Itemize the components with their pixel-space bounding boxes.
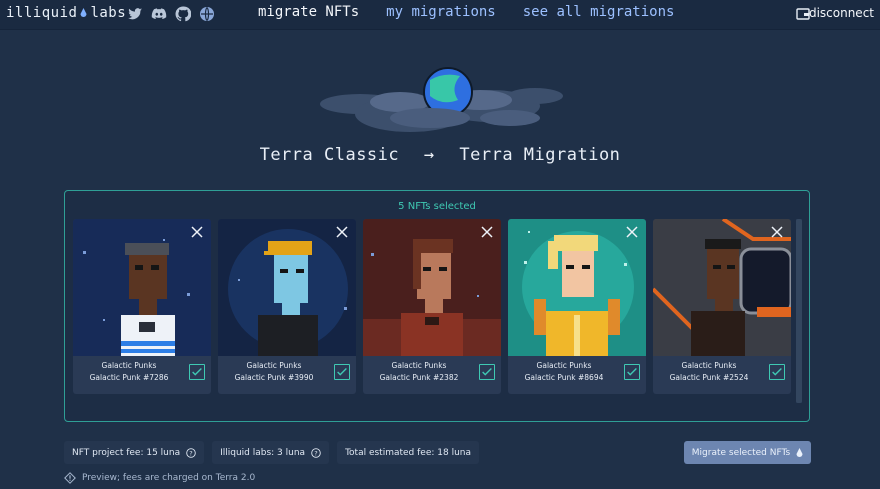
illiquid-fee-text: Illiquid labs: 3 luna [220,447,306,458]
nft-card[interactable]: Galactic Punks Galactic Punk #2524 [653,219,791,394]
social-links [127,6,215,22]
nft-collection: Galactic Punks [681,361,737,370]
main-nav: migrate NFTs my migrations see all migra… [258,4,674,20]
illiquid-fee-badge: Illiquid labs: 3 luna ? [212,441,330,464]
svg-text:?: ? [314,449,317,457]
scrollbar-thumb[interactable] [796,219,802,403]
nft-card[interactable]: Galactic Punks Galactic Punk #8694 [508,219,646,394]
disconnect-button[interactable]: disconnect [809,6,874,20]
github-icon[interactable] [175,6,192,22]
droplet-icon [796,447,803,457]
migrate-selected-button[interactable]: Migrate selected NFTs [684,441,811,464]
twitter-icon[interactable] [127,6,143,22]
checkbox-checked-icon[interactable] [769,364,785,380]
nft-card[interactable]: Galactic Punks Galactic Punk #7286 [73,219,211,394]
checkbox-checked-icon[interactable] [479,364,495,380]
project-fee-text: NFT project fee: 15 luna [72,447,181,458]
nft-collection: Galactic Punks [536,361,592,370]
nft-name: Galactic Punk #8694 [524,373,604,382]
selected-nfts-panel: 5 NFTs selected Galactic Punks Galactic … [64,190,810,422]
checkbox-checked-icon[interactable] [189,364,205,380]
nft-name: Galactic Punk #2524 [669,373,749,382]
discord-icon[interactable] [151,6,167,22]
preview-notice: Preview; fees are charged on Terra 2.0 [64,472,255,484]
wallet-icon[interactable] [796,7,810,21]
checkbox-checked-icon[interactable] [334,364,350,380]
nft-card[interactable]: Galactic Punks Galactic Punk #2382 [363,219,501,394]
terra-station-icon[interactable] [199,6,215,22]
checkbox-checked-icon[interactable] [624,364,640,380]
remove-nft-icon[interactable] [336,226,348,238]
terra-planet-illustration [320,67,563,132]
nft-collection: Galactic Punks [246,361,302,370]
nft-card[interactable]: Galactic Punks Galactic Punk #3990 [218,219,356,394]
brand-logo[interactable]: illiquid labs [6,5,126,21]
project-fee-badge: NFT project fee: 15 luna ? [64,441,205,464]
nav-see-all-migrations[interactable]: see all migrations [523,4,675,20]
nft-collection: Galactic Punks [101,361,157,370]
nft-collection: Galactic Punks [391,361,447,370]
nft-meta: Galactic Punks Galactic Punk #2382 [363,360,475,384]
remove-nft-icon[interactable] [191,226,203,238]
nft-meta: Galactic Punks Galactic Punk #8694 [508,360,620,384]
arrow-right-icon: → [423,145,435,165]
droplet-icon [80,8,87,17]
nav-migrate-nfts[interactable]: migrate NFTs [258,4,359,20]
selected-count: 5 NFTs selected [398,201,476,212]
help-icon[interactable]: ? [186,447,196,458]
nft-image [363,219,501,356]
nft-meta: Galactic Punks Galactic Punk #2524 [653,360,765,384]
remove-nft-icon[interactable] [771,226,783,238]
brand-left: illiquid [6,5,78,21]
source-chain-label: Terra Classic [259,145,400,165]
nft-image [218,219,356,356]
card-list-scrollbar[interactable] [796,219,802,403]
nft-image [653,219,791,356]
migration-heading: Terra Classic → Terra Migration [0,145,880,165]
fee-summary: NFT project fee: 15 luna ? Illiquid labs… [64,441,479,464]
svg-text:?: ? [189,449,192,457]
nft-name: Galactic Punk #7286 [89,373,169,382]
brand-right: labs [90,5,127,21]
preview-notice-text: Preview; fees are charged on Terra 2.0 [82,473,256,483]
total-fee-badge: Total estimated fee: 18 luna [337,441,479,464]
nft-card-list: Galactic Punks Galactic Punk #7286 Galac… [73,219,791,394]
remove-nft-icon[interactable] [626,226,638,238]
warning-diamond-icon [64,472,76,484]
nft-image [73,219,211,356]
remove-nft-icon[interactable] [481,226,493,238]
migrate-button-label: Migrate selected NFTs [691,447,791,458]
nft-name: Galactic Punk #2382 [379,373,459,382]
target-chain-label: Terra Migration [459,145,621,165]
top-navigation-bar: illiquid labs migrate NFTs my migrations… [0,0,880,30]
nft-meta: Galactic Punks Galactic Punk #3990 [218,360,330,384]
nft-meta: Galactic Punks Galactic Punk #7286 [73,360,185,384]
nft-image [508,219,646,356]
total-fee-text: Total estimated fee: 18 luna [345,447,471,458]
help-icon[interactable]: ? [311,447,321,458]
nav-my-migrations[interactable]: my migrations [386,4,496,20]
nft-name: Galactic Punk #3990 [234,373,314,382]
